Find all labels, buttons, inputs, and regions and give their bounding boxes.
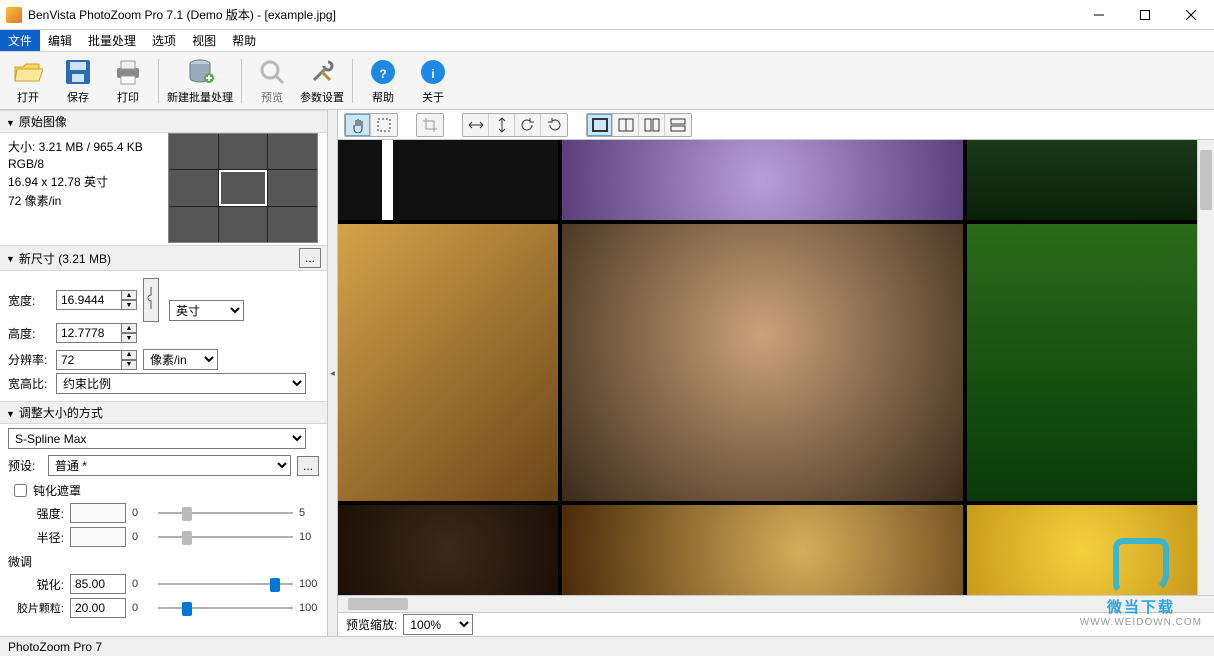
width-input[interactable]	[56, 290, 122, 310]
res-label: 分辨率:	[8, 351, 50, 368]
help-icon: ?	[367, 56, 399, 88]
section-resize-header[interactable]: 调整大小的方式	[0, 401, 327, 424]
flip-v-button[interactable]	[489, 114, 515, 136]
collapse-icon	[6, 115, 15, 129]
height-input[interactable]	[56, 323, 122, 343]
unsharp-checkbox[interactable]	[14, 484, 27, 497]
about-button[interactable]: i 关于	[409, 54, 457, 108]
rotate-left-button[interactable]	[515, 114, 541, 136]
ratio-label: 宽高比:	[8, 375, 50, 392]
collapse-icon	[6, 251, 15, 265]
newsize-more-button[interactable]: ...	[299, 248, 321, 268]
magnifier-icon	[256, 56, 288, 88]
height-up[interactable]: ▲	[121, 323, 137, 333]
flip-h-button[interactable]	[463, 114, 489, 136]
titlebar: BenVista PhotoZoom Pro 7.1 (Demo 版本) - […	[0, 0, 1214, 30]
crop-tool-button[interactable]	[417, 114, 443, 136]
layout-split-v-button[interactable]	[639, 114, 665, 136]
size-unit-select[interactable]: 英寸	[169, 300, 244, 321]
open-button[interactable]: 打开	[4, 54, 52, 108]
menu-help[interactable]: 帮助	[224, 30, 264, 51]
finetune-label: 微调	[8, 553, 319, 570]
link-wh-button[interactable]	[143, 278, 159, 322]
tools-icon	[306, 56, 338, 88]
section-newsize-header[interactable]: 新尺寸 (3.21 MB) ...	[0, 245, 327, 271]
menu-batch[interactable]: 批量处理	[80, 30, 144, 51]
zoom-bar: 预览缩放: 100%	[338, 612, 1214, 636]
width-label: 宽度:	[8, 292, 50, 309]
vertical-scrollbar[interactable]	[1197, 140, 1214, 595]
save-button[interactable]: 保存	[54, 54, 102, 108]
new-batch-button[interactable]: 新建批量处理	[165, 54, 235, 108]
settings-button[interactable]: 参数设置	[298, 54, 346, 108]
grain-slider[interactable]	[158, 598, 293, 618]
collapse-icon	[6, 406, 15, 420]
strength-input[interactable]	[70, 503, 126, 523]
minimize-button[interactable]	[1076, 0, 1122, 30]
floppy-icon	[62, 56, 94, 88]
zoom-label: 预览缩放:	[346, 616, 397, 633]
maximize-button[interactable]	[1122, 0, 1168, 30]
radius-input[interactable]	[70, 527, 126, 547]
res-up[interactable]: ▲	[121, 350, 137, 360]
rotate-right-button[interactable]	[541, 114, 567, 136]
layout-stack-button[interactable]	[665, 114, 691, 136]
close-button[interactable]	[1168, 0, 1214, 30]
preset-select[interactable]: 普通 *	[48, 455, 291, 476]
res-down[interactable]: ▼	[121, 360, 137, 370]
menu-edit[interactable]: 编辑	[40, 30, 80, 51]
preview-canvas[interactable]	[338, 140, 1197, 595]
strength-slider[interactable]	[158, 503, 293, 523]
width-up[interactable]: ▲	[121, 290, 137, 300]
sidebar-collapse-handle[interactable]	[328, 110, 338, 636]
layout-single-button[interactable]	[587, 114, 613, 136]
zoom-select[interactable]: 100%	[403, 614, 473, 635]
menu-view[interactable]: 视图	[184, 30, 224, 51]
horizontal-scrollbar[interactable]	[338, 595, 1214, 612]
sidebar: 原始图像 大小: 3.21 MB / 965.4 KB RGB/8 16.94 …	[0, 110, 328, 636]
width-down[interactable]: ▼	[121, 300, 137, 310]
marquee-tool-button[interactable]	[371, 114, 397, 136]
menubar: 文件 编辑 批量处理 选项 视图 帮助	[0, 30, 1214, 52]
preset-more-button[interactable]: ...	[297, 456, 319, 476]
info-icon: i	[417, 56, 449, 88]
resolution-input[interactable]	[56, 350, 122, 370]
hand-tool-button[interactable]	[345, 114, 371, 136]
window-title: BenVista PhotoZoom Pro 7.1 (Demo 版本) - […	[28, 6, 336, 23]
navigator-thumbnail[interactable]	[168, 133, 318, 243]
menu-options[interactable]: 选项	[144, 30, 184, 51]
aspect-ratio-select[interactable]: 约束比例	[56, 373, 306, 394]
printer-icon	[112, 56, 144, 88]
radius-slider[interactable]	[158, 527, 293, 547]
preset-label: 预设:	[8, 457, 42, 474]
folder-open-icon	[12, 56, 44, 88]
height-label: 高度:	[8, 325, 50, 342]
layout-split-h-button[interactable]	[613, 114, 639, 136]
preview-button[interactable]: 预览	[248, 54, 296, 108]
svg-text:?: ?	[379, 67, 386, 81]
height-down[interactable]: ▼	[121, 333, 137, 343]
main-toolbar: 打开 保存 打印 新建批量处理 预览 参数设置 ? 帮助 i 关于	[0, 52, 1214, 110]
statusbar: PhotoZoom Pro 7	[0, 636, 1214, 656]
res-unit-select[interactable]: 像素/in	[143, 349, 218, 370]
sharpen-input[interactable]	[70, 574, 126, 594]
svg-text:i: i	[431, 67, 434, 81]
section-original-header[interactable]: 原始图像	[0, 110, 327, 133]
database-icon	[184, 56, 216, 88]
status-text: PhotoZoom Pro 7	[8, 640, 102, 654]
resize-method-select[interactable]: S-Spline Max	[8, 428, 306, 449]
print-button[interactable]: 打印	[104, 54, 152, 108]
grain-input[interactable]	[70, 598, 126, 618]
app-icon	[6, 7, 22, 23]
preview-toolbar	[338, 110, 1214, 140]
menu-file[interactable]: 文件	[0, 30, 40, 51]
content-area: 预览缩放: 100%	[338, 110, 1214, 636]
sharpen-slider[interactable]	[158, 574, 293, 594]
unsharp-label: 钝化遮罩	[33, 482, 81, 499]
help-button[interactable]: ? 帮助	[359, 54, 407, 108]
